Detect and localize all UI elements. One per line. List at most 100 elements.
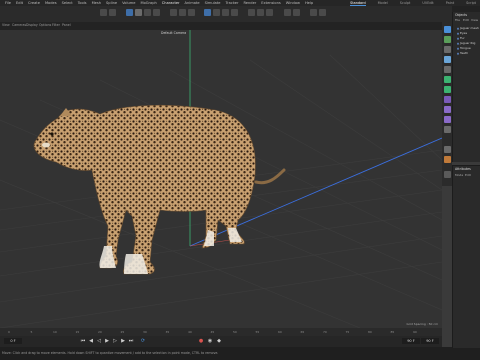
menu-extensions[interactable]: Extensions [261,1,281,5]
layout-paint[interactable]: Paint [446,1,454,5]
layout-uvedit[interactable]: UVEdit [422,1,433,5]
loop-icon[interactable]: ⟳ [140,338,146,344]
end-frame-field[interactable]: 90 F [402,338,420,344]
objects-menu-edit[interactable]: Edit [463,18,469,22]
timeline-frame-label: 80 [368,330,372,334]
viewport-menu-options[interactable]: Options [39,23,51,27]
render-view-icon[interactable] [248,9,255,16]
object-item[interactable]: Jaguar mesh [457,26,479,30]
redo-icon[interactable] [109,9,116,16]
menu-spline[interactable]: Spline [106,1,117,5]
previous-key-icon[interactable]: ◀ [88,338,94,344]
menu-tracker[interactable]: Tracker [226,1,239,5]
object-item[interactable]: Tongue [457,46,471,50]
max-frame-field[interactable]: 90 F [421,338,439,344]
object-item[interactable]: Fur [457,36,465,40]
viewport-menu-cameras[interactable]: Cameras [12,23,26,27]
rotate-tool-icon[interactable] [153,9,160,16]
play-icon[interactable]: ▶ [104,338,110,344]
viewport-menu-display[interactable]: Display [26,23,38,27]
effector-icon[interactable] [443,86,451,93]
subdivision-icon[interactable] [443,66,451,73]
timeline-frame-label: 55 [255,330,260,334]
menu-character[interactable]: Character [162,1,180,5]
polygons-mode-icon[interactable] [231,9,238,16]
attributes-menu-edit[interactable]: Edit [465,173,471,177]
text-icon[interactable] [443,56,451,63]
volume-icon[interactable] [443,116,451,123]
next-frame-icon[interactable]: ▷ [112,338,118,344]
z-axis-icon[interactable] [188,9,195,16]
display-options-icon[interactable] [319,9,326,16]
edges-mode-icon[interactable] [222,9,229,16]
layout-script[interactable]: Script [466,1,476,5]
attributes-menu-mode[interactable]: Mode [455,173,463,177]
objects-menu-view[interactable]: View [471,18,478,22]
timeline-frame-label: 35 [165,330,170,334]
menu-tools[interactable]: Tools [78,1,87,5]
field-icon[interactable] [443,106,451,113]
timeline[interactable]: 0 5 10 15 20 25 30 35 40 45 50 55 60 65 70 75 80 85 90 [0,328,442,336]
mograph-cloner-icon[interactable] [443,76,451,83]
model-mode-icon[interactable] [204,9,211,16]
cube-icon[interactable] [443,26,451,33]
scene-icon[interactable] [443,126,451,133]
render-picture-icon[interactable] [257,9,264,16]
points-mode-icon[interactable] [213,9,220,16]
objects-panel-title[interactable]: Objects [455,13,467,17]
settings-icon[interactable] [443,171,451,178]
keyframe-selection-icon[interactable]: ◆ [216,338,222,344]
menu-edit[interactable]: Edit [16,1,23,5]
viewport-menu-panel[interactable]: Panel [62,23,71,27]
next-key-icon[interactable]: ▶ [120,338,126,344]
layout-sculpt[interactable]: Sculpt [400,1,411,5]
scale-tool-icon[interactable] [144,9,151,16]
pen-icon[interactable] [443,36,451,43]
object-item[interactable]: Jaguar Rig [457,41,475,45]
menu-file[interactable]: File [5,1,11,5]
menu-mograph[interactable]: MoGraph [140,1,156,5]
camera-icon[interactable] [443,146,451,153]
render-settings-icon[interactable] [266,9,273,16]
menu-modes[interactable]: Modes [45,1,57,5]
y-axis-icon[interactable] [179,9,186,16]
transport-bar: 0 F ⏮ ◀ ◁ ▶ ▷ ▶ ⏭ ⟳ ● ◉ ◆ 90 F 90 F [0,336,442,347]
menu-create[interactable]: Create [28,1,40,5]
x-axis-icon[interactable] [170,9,177,16]
menu-help[interactable]: Help [305,1,313,5]
menu-mesh[interactable]: Mesh [92,1,101,5]
menu-window[interactable]: Window [286,1,300,5]
previous-frame-icon[interactable]: ◁ [96,338,102,344]
undo-icon[interactable] [100,9,107,16]
objects-menu-file[interactable]: File [455,18,460,22]
object-item[interactable]: Teeth [457,51,468,55]
deformer-icon[interactable] [443,96,451,103]
menu-animate[interactable]: Animate [185,1,200,5]
layout-standard[interactable]: Standard [350,1,366,6]
light-icon[interactable] [443,156,451,163]
layout-model[interactable]: Model [378,1,388,5]
workplane-icon[interactable] [293,9,300,16]
autokey-icon[interactable]: ◉ [207,338,213,344]
snap-icon[interactable] [284,9,291,16]
generator-icon[interactable] [443,46,451,53]
menu-volume[interactable]: Volume [122,1,135,5]
menu-simulate[interactable]: Simulate [205,1,221,5]
3d-viewport[interactable]: Default Camera Grid Spacing : 50 cm [0,30,442,328]
select-tool-icon[interactable] [126,9,133,16]
start-frame-field[interactable]: 0 F [4,338,22,344]
record-icon[interactable]: ● [198,338,204,344]
viewport-scene [0,30,442,328]
timeline-frame-label: 30 [143,330,147,334]
viewport-menu-filter[interactable]: Filter [52,23,60,27]
attributes-panel-title[interactable]: Attributes [455,167,471,171]
go-to-start-icon[interactable]: ⏮ [80,338,86,344]
object-item[interactable]: Eyes [457,31,467,35]
move-tool-icon[interactable] [135,9,142,16]
timeline-frame-label: 75 [345,330,350,334]
viewport-menu-view[interactable]: View [2,23,10,27]
menu-render[interactable]: Render [243,1,256,5]
viewport-solo-icon[interactable] [310,9,317,16]
menu-select[interactable]: Select [62,1,73,5]
go-to-end-icon[interactable]: ⏭ [128,338,134,344]
